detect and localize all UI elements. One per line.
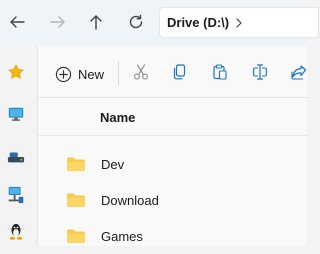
list-item[interactable]: Download <box>38 182 308 218</box>
forward-button[interactable] <box>47 11 69 33</box>
share-icon <box>291 65 307 80</box>
cut-button[interactable] <box>131 62 151 82</box>
list-item-name: Download <box>101 193 159 208</box>
new-button[interactable]: New <box>55 64 104 84</box>
list-item[interactable]: Games <box>38 218 308 254</box>
folder-icon <box>67 157 85 171</box>
quick-access-item[interactable] <box>5 61 27 83</box>
network-item[interactable] <box>5 184 27 206</box>
main-pane: New Name Dev Download Games <box>37 46 308 246</box>
breadcrumb-drive[interactable]: Drive (D:\) <box>167 15 229 30</box>
column-header-name[interactable]: Name <box>100 110 135 125</box>
toolbar-divider <box>118 61 119 85</box>
copy-icon <box>173 64 186 80</box>
chevron-right-icon[interactable] <box>235 17 243 28</box>
monitor-icon <box>8 107 24 121</box>
share-button[interactable] <box>289 62 309 82</box>
scissors-icon <box>134 64 148 80</box>
this-pc-item[interactable] <box>5 103 27 125</box>
refresh-button[interactable] <box>125 11 147 33</box>
refresh-icon <box>129 14 143 29</box>
list-item-name: Dev <box>101 157 125 172</box>
address-bar[interactable]: Drive (D:\) <box>159 7 319 38</box>
drive-icon <box>7 152 25 163</box>
linux-item[interactable] <box>5 221 27 243</box>
navigation-pane <box>0 46 37 246</box>
paste-button[interactable] <box>210 62 230 82</box>
copy-button[interactable] <box>170 62 190 82</box>
up-button[interactable] <box>85 11 107 33</box>
folder-icon <box>67 193 85 207</box>
back-button[interactable] <box>6 11 28 33</box>
rename-icon <box>252 64 268 80</box>
list-item[interactable]: Dev <box>38 146 308 182</box>
plus-circle-icon <box>55 66 72 82</box>
folder-icon <box>67 229 85 243</box>
star-icon <box>8 64 24 79</box>
paste-icon <box>213 64 227 80</box>
new-button-label: New <box>78 66 105 82</box>
arrow-right-icon <box>50 16 65 28</box>
network-icon <box>8 186 24 204</box>
rename-button[interactable] <box>250 62 270 82</box>
column-header: Name <box>38 98 308 136</box>
drive-item[interactable] <box>5 146 27 168</box>
command-bar: New <box>38 46 308 98</box>
arrow-left-icon <box>10 16 25 28</box>
arrow-up-icon <box>90 15 102 30</box>
navigation-bar: Drive (D:\) <box>0 0 319 46</box>
list-item-name: Games <box>101 229 143 244</box>
linux-penguin-icon <box>9 223 23 240</box>
